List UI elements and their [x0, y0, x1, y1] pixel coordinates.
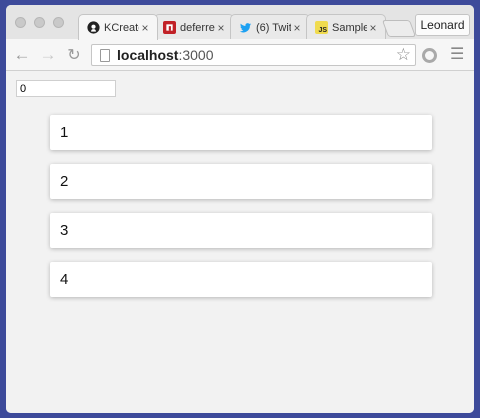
npm-icon — [163, 21, 176, 34]
minimize-window-button[interactable] — [34, 17, 45, 28]
address-bar[interactable]: localhost:3000 ☆ — [91, 44, 416, 66]
list-card[interactable]: 4 — [50, 262, 432, 297]
tab-title: KCreate — [104, 21, 139, 34]
list-card[interactable]: 1 — [50, 115, 432, 150]
browser-window: KCreate × deferred × (6) Twitter × JS Sa… — [6, 5, 474, 413]
tab-strip: KCreate × deferred × (6) Twitter × JS Sa… — [6, 5, 474, 40]
tab-title: (6) Twitter — [256, 21, 291, 34]
tab-close-icon[interactable]: × — [215, 21, 227, 35]
maximize-window-button[interactable] — [53, 17, 64, 28]
list-card[interactable]: 2 — [50, 164, 432, 199]
profile-button[interactable]: Leonard — [415, 14, 470, 36]
github-icon — [87, 21, 100, 34]
js-icon: JS — [315, 21, 328, 34]
tab-title: deferred — [180, 21, 215, 34]
extension-icon[interactable] — [422, 48, 437, 63]
window-controls — [15, 17, 64, 28]
twitter-icon — [239, 21, 252, 34]
forward-arrow-icon[interactable]: → — [38, 45, 58, 65]
tab-close-icon[interactable]: × — [291, 21, 303, 35]
tab-deferred[interactable]: deferred × — [154, 14, 234, 40]
tab-close-icon[interactable]: × — [367, 21, 379, 35]
back-arrow-icon[interactable]: ← — [12, 45, 32, 65]
tab-close-icon[interactable]: × — [139, 21, 151, 35]
number-input[interactable] — [16, 80, 116, 97]
browser-toolbar: ← → ↻ localhost:3000 ☆ ☰ — [6, 39, 474, 71]
menu-icon[interactable]: ☰ — [450, 47, 464, 63]
page-icon — [100, 48, 110, 62]
bookmark-star-icon[interactable]: ☆ — [396, 45, 411, 65]
tab-kcreate[interactable]: KCreate × — [78, 14, 158, 40]
page-content: 1 2 3 4 — [6, 72, 474, 413]
url-host: localhost — [117, 47, 179, 63]
close-window-button[interactable] — [15, 17, 26, 28]
url-port: :3000 — [178, 47, 214, 63]
tab-sample[interactable]: JS Sample × — [306, 14, 386, 40]
list-card[interactable]: 3 — [50, 213, 432, 248]
reload-icon[interactable]: ↻ — [64, 45, 84, 65]
tab-twitter[interactable]: (6) Twitter × — [230, 14, 310, 40]
new-tab-button[interactable] — [381, 20, 417, 37]
tab-title: Sample — [332, 21, 367, 34]
